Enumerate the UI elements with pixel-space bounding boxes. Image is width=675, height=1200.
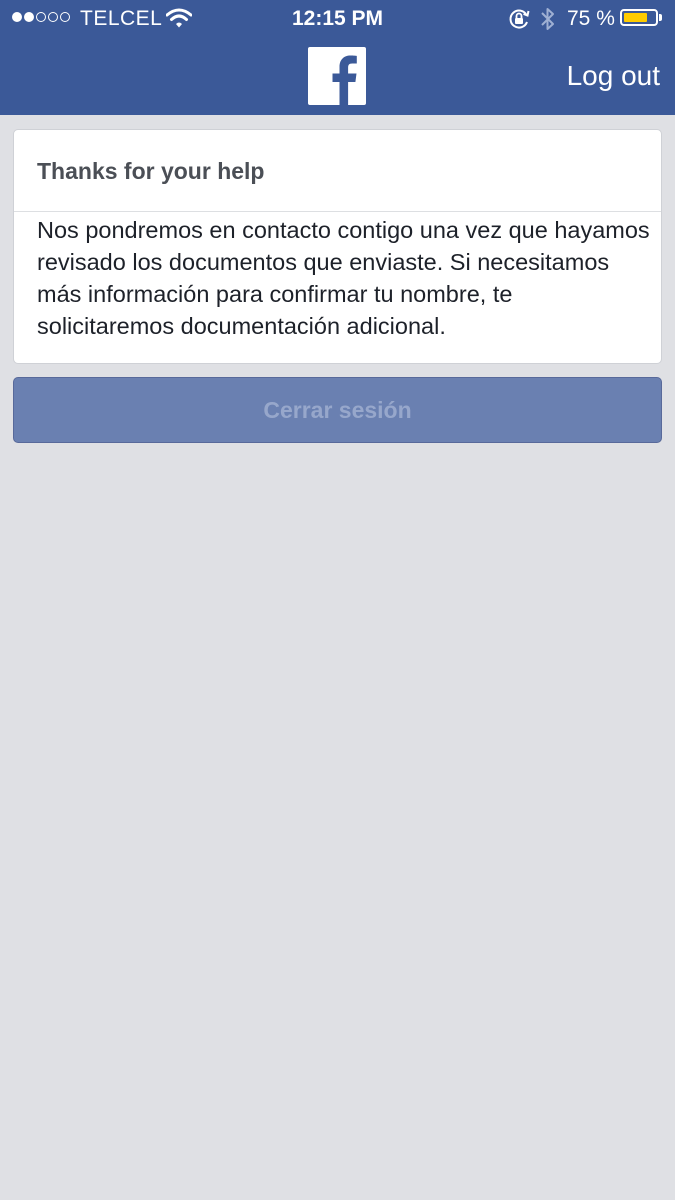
bluetooth-icon bbox=[541, 8, 554, 30]
card-message: Nos pondremos en contacto contigo una ve… bbox=[37, 217, 650, 339]
battery-icon bbox=[620, 9, 658, 26]
battery-percentage: 75 % bbox=[567, 7, 615, 30]
app-header: TELCEL 12:15 PM 75 % Log out bbox=[0, 0, 675, 115]
card-divider bbox=[14, 211, 661, 212]
battery-level-fill bbox=[624, 13, 647, 22]
status-bar: TELCEL 12:15 PM 75 % bbox=[0, 0, 675, 38]
cerrar-sesion-button[interactable]: Cerrar sesión bbox=[13, 377, 662, 443]
confirmation-card: Thanks for your help Nos pondremos en co… bbox=[13, 129, 662, 364]
rotation-lock-icon bbox=[509, 9, 530, 29]
facebook-logo-icon bbox=[308, 47, 366, 105]
battery-tip bbox=[659, 14, 662, 21]
card-title: Thanks for your help bbox=[37, 158, 265, 184]
logout-link[interactable]: Log out bbox=[567, 60, 660, 92]
